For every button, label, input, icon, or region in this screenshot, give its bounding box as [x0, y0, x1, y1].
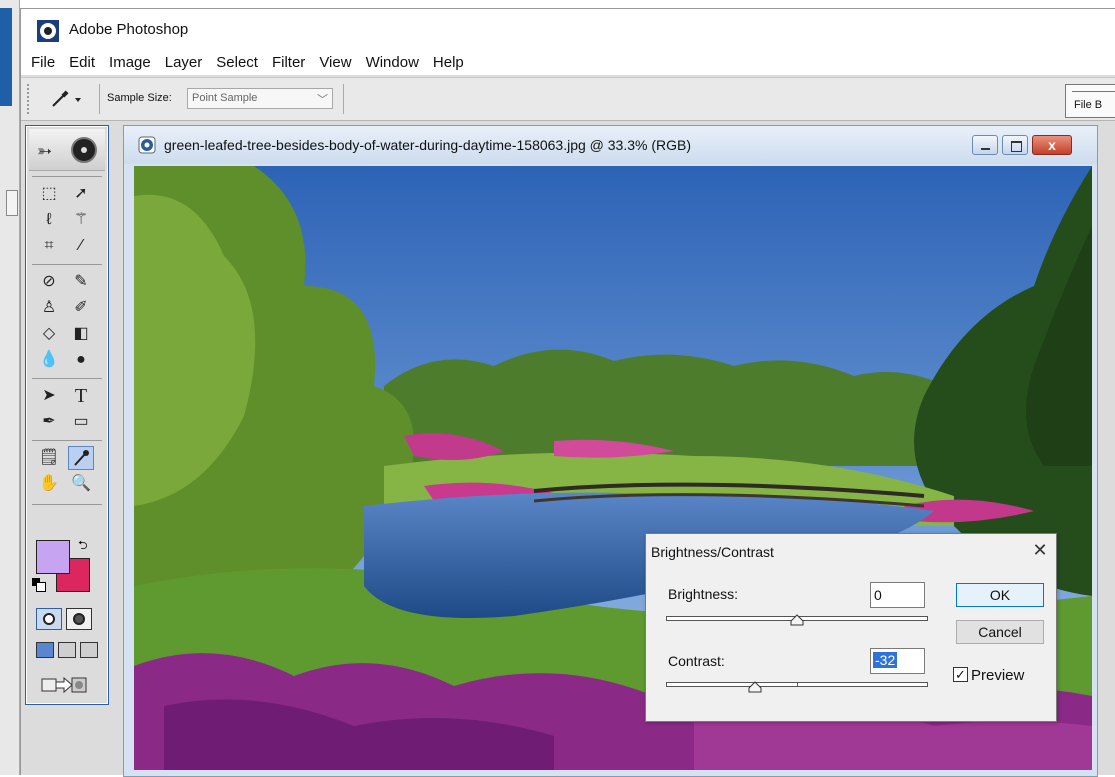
standard-mode-button[interactable] — [36, 608, 62, 630]
photoshop-document-icon — [138, 136, 156, 154]
full-screen-menu-mode-button[interactable] — [58, 642, 76, 658]
toolbox-header[interactable]: ➳ — [29, 129, 105, 171]
menu-window[interactable]: Window — [366, 54, 419, 71]
notes-icon[interactable]: 🗒 — [36, 446, 62, 470]
zoom-icon[interactable]: 🔍 — [68, 472, 94, 496]
close-icon[interactable]: ✕ — [1030, 540, 1050, 561]
blur-icon[interactable]: 💧 — [36, 348, 62, 372]
jump-to-imageready-icon — [41, 676, 87, 694]
move-icon[interactable]: ➚ — [68, 182, 94, 206]
default-colors-icon[interactable] — [32, 578, 46, 592]
toolbox-separator — [32, 176, 102, 177]
file-browser-tab[interactable]: File B — [1065, 84, 1115, 118]
menu-bar: File Edit Image Layer Select Filter View… — [21, 49, 1115, 75]
shape-icon[interactable]: ▭ — [68, 410, 94, 434]
menu-help[interactable]: Help — [433, 54, 464, 71]
foreground-color-swatch-overlay[interactable] — [36, 540, 70, 574]
options-separator — [99, 84, 100, 114]
maximize-button[interactable] — [1002, 135, 1028, 155]
app-titlebar: Adobe Photoshop — [21, 9, 1115, 49]
toolbox-separator — [32, 440, 102, 441]
options-separator — [343, 84, 344, 114]
history-brush-icon[interactable]: ✐ — [68, 296, 94, 320]
standard-screen-mode-button[interactable] — [36, 642, 54, 658]
dialog-title: Brightness/Contrast — [651, 544, 774, 560]
toolbox-separator — [32, 504, 102, 505]
slice-icon[interactable]: ⁄ — [68, 234, 94, 258]
clone-stamp-icon[interactable]: ♙ — [36, 296, 62, 320]
photoshop-eye-icon — [71, 137, 97, 163]
brightness-input[interactable]: 0 — [870, 582, 925, 608]
menu-select[interactable]: Select — [216, 54, 258, 71]
preview-label: Preview — [971, 667, 1025, 684]
quick-mask-button[interactable] — [66, 608, 92, 630]
preview-checkbox[interactable]: ✓ — [953, 667, 968, 682]
brightness-label: Brightness: — [668, 586, 739, 602]
options-bar: Sample Size: Point Sample ﹀ File B — [21, 77, 1115, 121]
swap-colors-icon[interactable]: ⮌ — [78, 536, 88, 557]
crop-icon[interactable]: ⌗ — [36, 234, 62, 258]
background-window-tab — [0, 8, 12, 106]
path-selection-icon[interactable]: ➤ — [36, 384, 62, 408]
background-window-handle — [6, 190, 18, 216]
contrast-slider-track[interactable] — [666, 682, 928, 687]
dodge-icon[interactable]: ● — [68, 348, 94, 372]
photoshop-eye-icon — [37, 20, 59, 42]
contrast-slider-thumb[interactable] — [748, 681, 762, 693]
close-button[interactable]: x — [1032, 135, 1072, 155]
toolbox: ➳ ⬚ ➚ ℓ ⚚ ⌗ ⁄ ⊘ ✎ ♙ ✐ ◇ ◧ 💧 ● ➤ T ✒ ▭ 🗒 … — [25, 125, 109, 705]
background-window-edge — [0, 0, 20, 775]
menu-image[interactable]: Image — [109, 54, 151, 71]
brightness-slider-thumb[interactable] — [790, 614, 804, 626]
pen-icon[interactable]: ✒ — [36, 410, 62, 434]
contrast-input[interactable]: -32 — [870, 648, 925, 674]
document-titlebar[interactable]: green-leafed-tree-besides-body-of-water-… — [124, 126, 1097, 164]
app-title: Adobe Photoshop — [69, 21, 189, 38]
sample-size-select[interactable]: Point Sample ﹀ — [187, 88, 333, 109]
contrast-input-value: -32 — [873, 652, 898, 668]
toolbox-separator — [32, 264, 102, 265]
menu-filter[interactable]: Filter — [272, 54, 305, 71]
options-bar-grip[interactable] — [27, 84, 33, 114]
eyedropper-glyph — [74, 450, 89, 466]
eyedropper-icon[interactable] — [68, 446, 94, 470]
minimize-button[interactable] — [972, 135, 998, 155]
lasso-icon[interactable]: ℓ — [36, 208, 62, 232]
marquee-icon[interactable]: ⬚ — [36, 182, 62, 206]
hand-icon[interactable]: ✋ — [36, 472, 62, 496]
toolbox-separator — [32, 378, 102, 379]
chevron-down-icon: ﹀ — [317, 94, 328, 106]
sample-size-value: Point Sample — [192, 92, 258, 104]
menu-view[interactable]: View — [319, 54, 351, 71]
ok-button[interactable]: OK — [956, 583, 1044, 607]
sample-size-label: Sample Size: — [107, 92, 172, 104]
feather-icon: ➳ — [37, 141, 53, 161]
document-title: green-leafed-tree-besides-body-of-water-… — [164, 137, 692, 153]
jump-to-imageready-button[interactable] — [36, 672, 92, 698]
gradient-icon[interactable]: ◧ — [68, 322, 94, 346]
cancel-button[interactable]: Cancel — [956, 620, 1044, 644]
menu-edit[interactable]: Edit — [69, 54, 95, 71]
brightness-contrast-dialog: Brightness/Contrast ✕ Brightness: 0 Cont… — [645, 533, 1057, 722]
contrast-label: Contrast: — [668, 653, 725, 669]
type-icon[interactable]: T — [68, 384, 94, 408]
file-browser-label: File B — [1074, 99, 1103, 111]
full-screen-mode-button[interactable] — [80, 642, 98, 658]
magic-wand-icon[interactable]: ⚚ — [68, 208, 94, 232]
tool-preset-picker[interactable] — [47, 88, 85, 110]
menu-file[interactable]: File — [31, 54, 55, 71]
tab-line — [1072, 91, 1115, 92]
brush-icon[interactable]: ✎ — [68, 270, 94, 294]
standard-mode-icon — [43, 613, 55, 625]
eraser-icon[interactable]: ◇ — [36, 322, 62, 346]
healing-brush-icon[interactable]: ⊘ — [36, 270, 62, 294]
menu-layer[interactable]: Layer — [165, 54, 203, 71]
eyedropper-icon — [52, 90, 81, 107]
quick-mask-icon — [73, 613, 85, 625]
